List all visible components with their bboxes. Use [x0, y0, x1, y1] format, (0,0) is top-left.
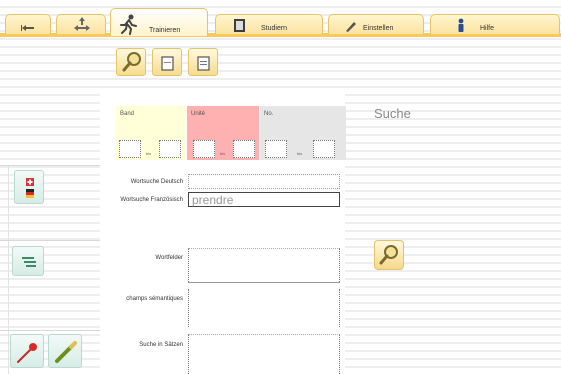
wortsuche-deutsch-label: Wortsuche Deutsch	[130, 179, 183, 185]
pen-icon	[344, 20, 358, 32]
pencil-button[interactable]	[48, 334, 82, 368]
unite-column-label: Unité	[191, 111, 206, 117]
tab-trainieren[interactable]: Trainieren	[110, 8, 208, 36]
band-column-label: Band	[120, 111, 135, 117]
back-arrow-icon	[20, 20, 36, 32]
info-icon	[455, 18, 467, 33]
running-figure-icon	[117, 13, 139, 35]
wortfelder-button[interactable]	[12, 246, 44, 276]
wortsuche-franzoesisch-label: Wortsuche Französisch	[120, 197, 183, 203]
wortfelder-label: Wortfelder	[155, 255, 183, 261]
card-icon	[161, 56, 175, 72]
book-icon	[233, 18, 247, 33]
pin-icon	[15, 339, 41, 365]
wortsuche-franzoesisch-input[interactable]: prendre	[188, 192, 340, 207]
band-bis-label: bis	[146, 151, 152, 156]
tab-hilfe-label: Hilfe	[480, 25, 495, 32]
tab-move[interactable]	[56, 14, 106, 34]
left-separator-2	[0, 240, 100, 241]
suche-in-saetzen-label: Suche in Sätzen	[139, 342, 183, 348]
no-column-label: No.	[264, 111, 274, 117]
magnifier-icon	[378, 244, 400, 266]
tab-back[interactable]	[5, 14, 51, 34]
search-action-button[interactable]	[374, 240, 404, 270]
left-rule	[8, 166, 9, 374]
tab-studieren[interactable]: Studiern	[215, 14, 323, 34]
pin-button[interactable]	[10, 334, 44, 368]
magnifier-icon	[121, 51, 143, 73]
tab-einstellen[interactable]: Einstellen	[328, 14, 424, 34]
unite-bis-label: bis	[220, 151, 226, 156]
subtool-list-button[interactable]	[188, 48, 218, 76]
suche-title: Suche	[374, 106, 411, 121]
champs-semantiques-label: champs sémantiques	[126, 296, 183, 302]
tab-trainieren-label: Trainieren	[149, 27, 181, 34]
tab-studieren-label: Studiern	[261, 25, 288, 32]
language-flags-button[interactable]	[14, 170, 44, 204]
wortfelder-input[interactable]	[188, 248, 340, 282]
unite-from-input[interactable]	[193, 140, 215, 158]
band-to-input[interactable]	[159, 140, 181, 158]
no-from-input[interactable]	[265, 140, 287, 158]
left-separator-1	[0, 165, 100, 166]
tab-hilfe[interactable]: Hilfe	[430, 14, 560, 34]
list-icon	[197, 56, 211, 72]
flags-icon	[24, 177, 36, 199]
suche-in-saetzen-input[interactable]	[188, 334, 340, 374]
move-arrows-icon	[72, 16, 92, 32]
unite-to-input[interactable]	[233, 140, 255, 158]
champs-semantiques-input[interactable]	[188, 289, 340, 327]
wortfelder-divider	[188, 282, 340, 283]
pencil-icon	[53, 339, 79, 365]
wortsuche-deutsch-input[interactable]	[188, 174, 340, 189]
left-separator-3	[0, 330, 100, 331]
subtool-card-button[interactable]	[152, 48, 182, 76]
tab-einstellen-label: Einstellen	[363, 25, 394, 32]
band-from-input[interactable]	[119, 140, 141, 158]
list-lines-icon	[21, 255, 37, 269]
no-bis-label: bis	[297, 151, 303, 156]
no-to-input[interactable]	[313, 140, 335, 158]
subtool-search-button[interactable]	[116, 48, 146, 76]
wortsuche-franzoesisch-value: prendre	[192, 193, 234, 207]
